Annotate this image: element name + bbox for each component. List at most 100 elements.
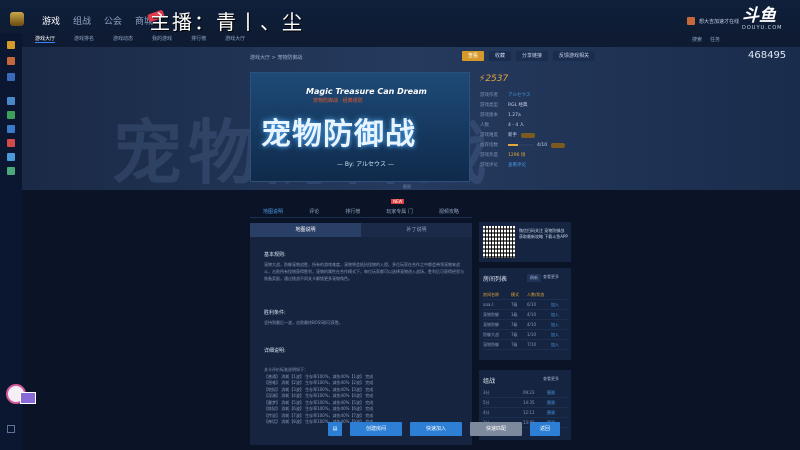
douyu-watermark: 斗鱼 DOUYU.COM <box>742 8 794 36</box>
shop-icon[interactable] <box>7 111 15 119</box>
topnav-team[interactable]: 组战 <box>73 14 91 27</box>
tab-video-guide[interactable]: 视频攻略 <box>439 206 459 217</box>
table-row[interactable]: 4分 12:11 围观 <box>483 408 567 418</box>
team-more-link[interactable]: 查看更多 <box>543 376 559 382</box>
user-info[interactable]: 想大吉加速才在线 <box>687 17 739 25</box>
room-table-header: 房间名称 模式 人数/状态 <box>483 290 567 300</box>
message-icon[interactable] <box>7 425 15 433</box>
game-logo-icon[interactable] <box>10 12 24 26</box>
info-key: 游戏类型 <box>480 103 498 108</box>
subnav-lobby[interactable]: 游戏大厅 <box>35 35 56 43</box>
team-battle-title: 组战 <box>483 378 496 385</box>
tab-leaderboard[interactable]: 排行榜 <box>345 206 360 217</box>
section-win-condition: 胜利条件: <box>264 310 286 316</box>
view-button[interactable]: 查看 <box>462 51 485 61</box>
join-link[interactable]: 加入 <box>551 312 559 318</box>
table-row[interactable]: 3分 09:23 围观 <box>483 388 567 398</box>
subnav-lobby2[interactable]: 游戏大厅 <box>225 35 245 43</box>
info-players: 4 - 4 人 <box>508 123 525 128</box>
tab-comments[interactable]: 评论 <box>309 206 319 217</box>
room-list-title: 房间列表 <box>483 276 508 283</box>
refresh-button[interactable]: 刷新 <box>527 274 541 282</box>
info-row: 游戏类型 RGL 经典 <box>480 100 570 110</box>
room-name: 防御大战 <box>483 331 499 337</box>
table-row[interactable]: 宠物防御 7级 4/10 加入 <box>483 320 567 330</box>
spectate-link[interactable]: 围观 <box>547 400 555 406</box>
team-time: 14:35 <box>523 400 535 405</box>
panel-tabs: 地图说明 补丁说明 <box>250 223 472 237</box>
cover-en-title: Magic Treasure Can Dream <box>306 87 427 96</box>
cover-author: — By: アルセウス — <box>337 161 394 168</box>
detail-tabs: 地图说明 评论 排行榜 玩家专属 门 视频攻略 <box>250 206 472 218</box>
subnav-ranking[interactable]: 游戏排名 <box>74 35 94 43</box>
map-icon[interactable] <box>7 125 15 133</box>
feedback-button[interactable]: 反馈游戏相关 <box>553 51 596 61</box>
join-link[interactable]: 加入 <box>551 342 559 348</box>
home-icon[interactable] <box>7 41 15 49</box>
qr-code-icon[interactable] <box>483 226 515 258</box>
rating-bar-fill <box>508 144 519 146</box>
breadcrumb[interactable]: 游戏大厅 > 宠物防御战 <box>250 54 302 61</box>
douyu-logo-text: 斗鱼 <box>742 6 776 26</box>
join-link[interactable]: 加入 <box>551 332 559 338</box>
task-link[interactable]: 任务 <box>710 36 720 43</box>
basic-rules-text: 宠物大战，防御宠物战胜，所有的游戏难度，宠物将会抵抗怪物的入侵。多位玩家在合作之… <box>264 262 464 281</box>
tab-map-desc-inner[interactable]: 地图说明 <box>250 223 361 237</box>
subnav-news[interactable]: 游戏动态 <box>113 35 133 43</box>
search-link[interactable]: 搜索 <box>692 36 702 43</box>
streamer-overlay-text: 主播：青丨、尘 <box>150 10 304 34</box>
subnav-leaderboard[interactable]: 排行榜 <box>191 35 206 43</box>
team-score: 3分 <box>483 389 490 395</box>
gift-icon[interactable] <box>7 57 15 65</box>
tab-map-desc[interactable]: 地图说明 <box>263 206 283 217</box>
spectate-link[interactable]: 围观 <box>547 410 555 416</box>
room-table: 房间名称 模式 人数/状态 aaa人 7级 6/10 加入 宠物防御 1级 4/10 加入 … <box>483 290 567 350</box>
quick-match-button[interactable]: 快速匹配 <box>470 422 522 436</box>
room-name: aaa人 <box>483 301 495 307</box>
info-key: 游戏评论 <box>480 163 498 168</box>
table-row[interactable]: aaa人 7级 6/10 加入 <box>483 300 567 310</box>
game-cover-image: Magic Treasure Can Dream 宠物防御战 · 经典塔防 宠物… <box>250 72 470 182</box>
tab-player-exclusive[interactable]: 玩家专属 门 <box>386 206 413 217</box>
back-button[interactable]: 返回 <box>530 422 560 436</box>
section-basic-rules: 基本规则: <box>264 252 286 258</box>
topnav-guild[interactable]: 公会 <box>104 14 122 27</box>
info-comments[interactable]: 查看评论 <box>508 162 526 168</box>
table-row[interactable]: 防御大战 7级 1/10 加入 <box>483 330 567 340</box>
share-button[interactable]: 分享链接 <box>516 51 549 61</box>
join-link[interactable]: 加入 <box>551 322 559 328</box>
create-room-button[interactable]: 创建房间 <box>350 422 402 436</box>
mascot-card <box>20 392 36 404</box>
col-name: 房间名称 <box>483 291 499 297</box>
video-icon[interactable] <box>7 153 15 161</box>
game-info: 游戏作者 アルセウス 游戏类型 RGL 经典 游戏版本 1.27a 人数 4 - 4 人… <box>480 90 570 170</box>
game-score: ⚡2537 <box>479 74 509 84</box>
difficulty-pill <box>521 132 535 138</box>
rules-list: 关卡评价标准说明如下： 【普通】 消耗【1波】 生存率100%，减伤40%【1波… <box>264 367 373 426</box>
room-list: 房间列表 刷新 查看更多 房间名称 模式 人数/状态 aaa人 7级 6/10 加入 … <box>479 268 571 360</box>
info-row: 游戏热度 1296 场 <box>480 150 570 160</box>
settings-icon[interactable] <box>7 167 15 175</box>
tab-patch-notes[interactable]: 补丁说明 <box>361 223 472 237</box>
table-row[interactable]: 5分 14:35 围观 <box>483 398 567 408</box>
subnav-mygames[interactable]: 我的游戏 <box>152 35 172 43</box>
sub-nav: 游戏大厅 游戏排名 游戏动态 我的游戏 排行榜 游戏大厅 <box>35 35 245 43</box>
chat-icon[interactable] <box>7 73 15 81</box>
team-time: 09:23 <box>523 390 535 395</box>
friends-icon[interactable] <box>7 97 15 105</box>
quick-join-button[interactable]: 快速加入 <box>410 422 462 436</box>
fire-icon[interactable] <box>7 139 15 147</box>
room-more-link[interactable]: 查看更多 <box>543 274 559 280</box>
room-name: 宠物防御 <box>483 341 499 347</box>
info-author[interactable]: アルセウス <box>508 92 530 98</box>
join-link[interactable]: 加入 <box>551 302 559 308</box>
table-row[interactable]: 宠物防御 1级 4/10 加入 <box>483 310 567 320</box>
table-row[interactable]: 宠物防御 7级 7/10 加入 <box>483 340 567 350</box>
topnav-game[interactable]: 游戏 <box>42 14 60 27</box>
favorite-button[interactable]: 收藏 <box>489 51 512 61</box>
info-row: 人数 4 - 4 人 <box>480 120 570 130</box>
cover-subtitle: 宠物防御战 · 经典塔防 <box>313 98 363 104</box>
spectate-link[interactable]: 围观 <box>547 390 555 396</box>
username: 想大吉加速才在线 <box>699 18 740 25</box>
chat-toggle-icon[interactable]: ▤ <box>328 422 342 436</box>
